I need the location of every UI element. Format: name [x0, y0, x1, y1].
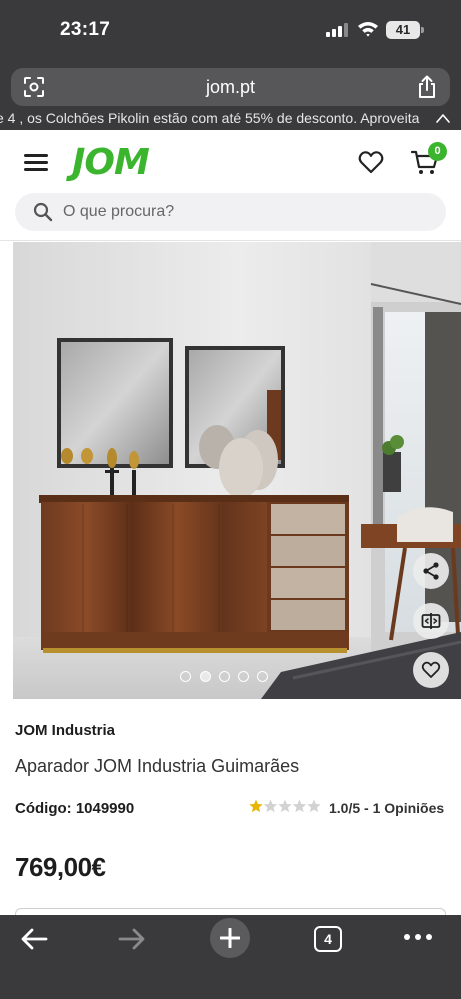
gallery-dot[interactable] — [180, 671, 191, 682]
product-brand[interactable]: JOM Industria — [15, 722, 115, 739]
promo-text: e 4 , os Colchões Pikolin estão com até … — [0, 110, 420, 126]
more-icon[interactable] — [404, 934, 432, 942]
promo-banner[interactable]: e 4 , os Colchões Pikolin estão com até … — [0, 108, 461, 130]
product-title: Aparador JOM Industria Guimarães — [15, 756, 300, 776]
new-tab-button[interactable] — [210, 918, 250, 958]
status-bar: 23:17 41 — [0, 0, 461, 60]
wishlist-heart-icon[interactable] — [358, 150, 384, 174]
search-bar[interactable] — [15, 193, 446, 231]
add-to-wishlist-button[interactable] — [413, 652, 449, 688]
browser-toolbar: 4 — [0, 915, 461, 999]
tabs-button[interactable]: 4 — [314, 926, 342, 952]
search-icon — [33, 202, 53, 222]
share-icon[interactable] — [416, 75, 438, 99]
share-nodes-icon — [423, 562, 439, 580]
browser-chrome-top: 23:17 41 jom.pt — [0, 0, 461, 115]
cellular-signal-icon — [326, 23, 350, 37]
forward-arrow-icon[interactable] — [118, 927, 146, 951]
hamburger-menu-icon[interactable] — [24, 154, 48, 172]
site-header: JOM 0 — [0, 130, 461, 240]
heart-icon — [421, 661, 441, 678]
gallery-dot[interactable] — [238, 671, 249, 682]
divider — [0, 240, 461, 241]
back-arrow-icon[interactable] — [20, 927, 48, 951]
wifi-icon — [358, 22, 378, 37]
rating-summary[interactable]: 1.0/5 - 1 Opiniões — [329, 800, 444, 816]
share-button[interactable] — [413, 553, 449, 589]
star-filled-icon — [249, 799, 263, 813]
product-price: 769,00€ — [15, 852, 106, 882]
clock: 23:17 — [60, 19, 111, 40]
plus-icon — [220, 928, 240, 948]
star-empty-icon — [263, 799, 278, 813]
url-text[interactable]: jom.pt — [11, 77, 450, 98]
battery-indicator: 41 — [386, 21, 420, 39]
rating-stars[interactable] — [249, 798, 321, 814]
close-icon[interactable] — [435, 110, 451, 126]
cart-count-badge: 0 — [428, 142, 447, 161]
battery-tip — [421, 27, 424, 33]
search-input[interactable] — [63, 193, 423, 231]
star-empty-icon — [307, 799, 321, 813]
product-image-gallery[interactable] — [13, 242, 461, 699]
gallery-dot-active[interactable] — [200, 671, 211, 682]
gallery-dot[interactable] — [257, 671, 268, 682]
address-bar[interactable]: jom.pt — [11, 68, 450, 106]
gallery-dot[interactable] — [219, 671, 230, 682]
star-empty-icon — [278, 799, 292, 813]
compare-icon — [421, 613, 441, 629]
product-photo — [13, 242, 461, 699]
jom-logo[interactable]: JOM — [72, 142, 150, 183]
product-code: Código: 1049990 — [15, 800, 135, 817]
star-empty-icon — [292, 799, 307, 813]
compare-button[interactable] — [413, 603, 449, 639]
